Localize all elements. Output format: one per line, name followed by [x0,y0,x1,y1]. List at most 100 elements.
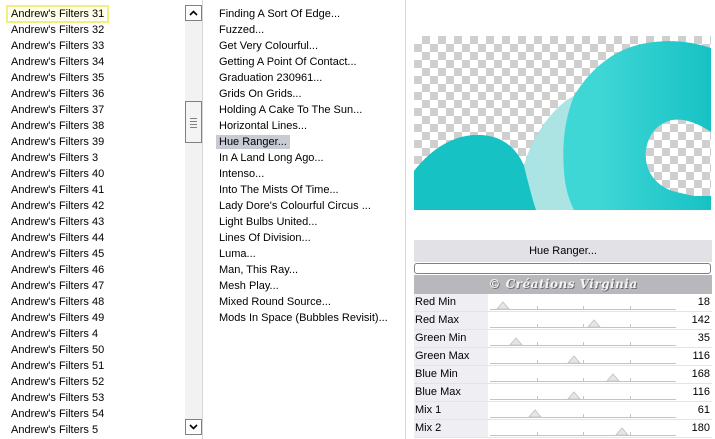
param-value[interactable]: 168 [692,366,710,383]
category-item[interactable]: Andrew's Filters 37 [0,102,184,118]
current-filter-title: Hue Ranger... [414,240,712,262]
filter-item[interactable]: Getting A Point Of Contact... [206,54,405,70]
category-item[interactable]: Andrew's Filters 32 [0,22,184,38]
category-item[interactable]: Andrew's Filters 45 [0,246,184,262]
category-item[interactable]: Andrew's Filters 3 [0,150,184,166]
category-scroll-down-button[interactable] [185,419,202,435]
filter-item[interactable]: Mesh Play... [206,278,405,294]
category-item[interactable]: Andrew's Filters 35 [0,70,184,86]
category-item[interactable]: Andrew's Filters 33 [0,38,184,54]
category-item[interactable]: Andrew's Filters 36 [0,86,184,102]
category-scroll-up-button[interactable] [185,5,202,21]
filter-item[interactable]: Fuzzed... [206,22,405,38]
filter-item[interactable]: Mixed Round Source... [206,294,405,310]
category-item[interactable]: Andrew's Filters 38 [0,118,184,134]
category-item[interactable]: Andrew's Filters 5 [0,422,184,438]
filter-item[interactable]: Horizontal Lines... [206,118,405,134]
param-value[interactable]: 142 [692,312,710,329]
param-row: Red Max 142 [414,312,712,330]
param-value[interactable]: 35 [698,330,710,347]
triangle-thumb-icon[interactable] [587,319,601,327]
category-scroll-thumb[interactable] [185,101,202,143]
filter-item[interactable]: Intenso... [206,166,405,182]
filter-item[interactable]: Lines Of Division... [206,230,405,246]
category-item[interactable]: Andrew's Filters 50 [0,342,184,358]
filter-item[interactable]: Man, This Ray... [206,262,405,278]
triangle-thumb-icon[interactable] [615,427,629,435]
settings-panel: Hue Ranger... © Créations Virginia Red M… [412,0,715,439]
filter-list[interactable]: Finding A Sort Of Edge... Fuzzed... Get Ve… [206,0,405,326]
param-slider-track[interactable] [490,327,676,328]
filter-list-panel: Finding A Sort Of Edge... Fuzzed... Get Ve… [206,0,406,439]
param-label: Mix 2 [414,420,488,437]
triangle-thumb-icon[interactable] [496,301,510,309]
param-slider-track[interactable] [490,309,676,310]
category-item-label: Andrew's Filters 3 [11,152,99,164]
category-item-label: Andrew's Filters 53 [11,392,105,404]
filter-item-label: Horizontal Lines... [219,120,308,132]
param-value[interactable]: 116 [692,348,710,365]
param-value[interactable]: 116 [692,384,710,401]
category-item[interactable]: Andrew's Filters 51 [0,358,184,374]
filter-item[interactable]: Into The Mists Of Time... [206,182,405,198]
category-item-label: Andrew's Filters 48 [11,296,105,308]
category-item[interactable]: Andrew's Filters 48 [0,294,184,310]
category-item-label: Andrew's Filters 47 [11,280,105,292]
category-item[interactable]: Andrew's Filters 31 [0,5,184,23]
filter-item[interactable]: Finding A Sort Of Edge... [206,6,405,22]
category-list-panel: Andrew's Filters 31 Andrew's Filters 32 An… [0,0,203,439]
param-slider-track[interactable] [490,417,676,418]
filter-item[interactable]: Light Bulbs United... [206,214,405,230]
filter-item-label: Mods In Space (Bubbles Revisit)... [219,312,388,324]
category-item[interactable]: Andrew's Filters 47 [0,278,184,294]
category-item[interactable]: Andrew's Filters 54 [0,406,184,422]
category-item[interactable]: Andrew's Filters 44 [0,230,184,246]
param-value[interactable]: 18 [698,294,710,311]
param-slider-track[interactable] [490,399,676,400]
watermark-text: © Créations Virginia [414,275,712,294]
category-item-label: Andrew's Filters 38 [11,120,105,132]
category-item[interactable]: Andrew's Filters 53 [0,390,184,406]
category-item[interactable]: Andrew's Filters 52 [0,374,184,390]
category-item[interactable]: Andrew's Filters 40 [0,166,184,182]
category-item[interactable]: Andrew's Filters 34 [0,54,184,70]
category-scrollbar[interactable] [185,5,202,435]
category-item[interactable]: Andrew's Filters 49 [0,310,184,326]
param-label: Blue Max [414,384,488,401]
category-list[interactable]: Andrew's Filters 31 Andrew's Filters 32 An… [0,0,184,439]
category-item-label: Andrew's Filters 45 [11,248,105,260]
category-item[interactable]: Andrew's Filters 41 [0,182,184,198]
wave-preview-graphic [414,41,711,210]
triangle-thumb-icon[interactable] [567,355,581,363]
category-item-label: Andrew's Filters 44 [11,232,105,244]
category-item[interactable]: Andrew's Filters 39 [0,134,184,150]
category-item[interactable]: Andrew's Filters 43 [0,214,184,230]
category-item[interactable]: Andrew's Filters 42 [0,198,184,214]
filter-item[interactable]: Mods In Space (Bubbles Revisit)... [206,310,405,326]
param-slider-track[interactable] [490,381,676,382]
category-item[interactable]: Andrew's Filters 46 [0,262,184,278]
filter-item[interactable]: Hue Ranger... [206,134,405,150]
filter-item[interactable]: Lady Dore's Colourful Circus ... [206,198,405,214]
param-row: Green Min 35 [414,330,712,348]
param-row: Red Min 18 [414,294,712,312]
param-slider-track[interactable] [490,435,676,436]
param-value[interactable]: 61 [698,402,710,419]
filter-item[interactable]: Grids On Grids... [206,86,405,102]
param-value[interactable]: 180 [692,420,710,437]
triangle-thumb-icon[interactable] [509,337,523,345]
category-item-label: Andrew's Filters 35 [11,72,105,84]
filter-item[interactable]: Luma... [206,246,405,262]
triangle-thumb-icon[interactable] [567,391,581,399]
filter-item[interactable]: Get Very Colourful... [206,38,405,54]
param-label: Green Max [414,348,488,365]
filter-item[interactable]: In A Land Long Ago... [206,150,405,166]
triangle-thumb-icon[interactable] [606,373,620,381]
param-slider-track[interactable] [490,363,676,364]
triangle-thumb-icon[interactable] [527,409,542,417]
category-item[interactable]: Andrew's Filters 4 [0,326,184,342]
param-row: Green Max 116 [414,348,712,366]
filter-item[interactable]: Graduation 230961... [206,70,405,86]
filter-item[interactable]: Holding A Cake To The Sun... [206,102,405,118]
param-slider-track[interactable] [490,345,676,346]
